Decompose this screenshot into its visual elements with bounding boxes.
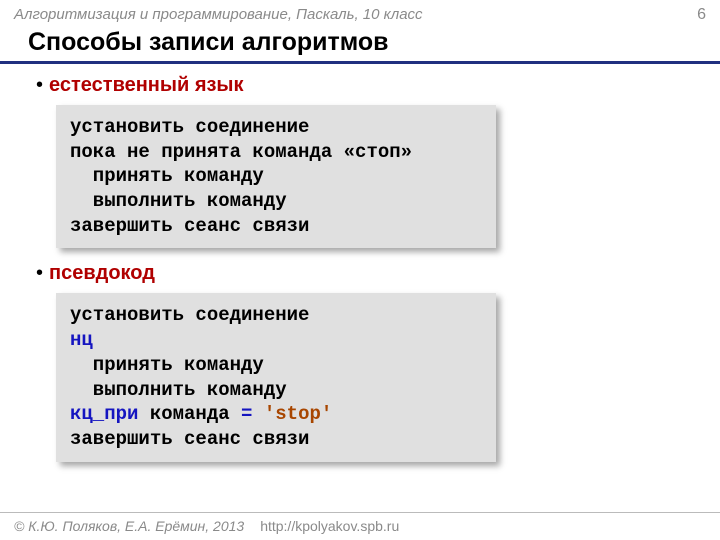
code-pseudocode: установить соединение нц принять команду…	[56, 293, 496, 461]
code-line: выполнить команду	[70, 379, 287, 401]
page-number: 6	[697, 6, 706, 24]
copyright: © К.Ю. Поляков, Е.А. Ерёмин, 2013	[14, 518, 244, 534]
code-string: 'stop'	[264, 403, 332, 425]
content-area: • естественный язык установить соединени…	[0, 64, 720, 472]
code-line: принять команду	[70, 354, 264, 376]
bullet-natural-language: • естественный язык	[36, 74, 694, 97]
bullet-label: естественный язык	[49, 74, 244, 97]
code-natural-language: установить соединение пока не принята ко…	[56, 105, 496, 248]
bullet-label: псевдокод	[49, 262, 155, 285]
footer-url: http://kpolyakov.spb.ru	[260, 518, 399, 534]
bullet-pseudocode: • псевдокод	[36, 262, 694, 285]
bullet-icon: •	[36, 75, 43, 95]
code-keyword: кц_при	[70, 403, 138, 425]
slide-title: Способы записи алгоритмов	[0, 26, 720, 64]
code-line: завершить сеанс связи	[70, 428, 309, 450]
code-line: установить соединение	[70, 304, 309, 326]
top-bar: Алгоритмизация и программирование, Паска…	[0, 0, 720, 26]
bullet-icon: •	[36, 263, 43, 283]
footer: © К.Ю. Поляков, Е.А. Ерёмин, 2013 http:/…	[0, 512, 720, 540]
code-keyword: нц	[70, 329, 93, 351]
code-text	[252, 403, 263, 425]
code-text: команда	[138, 403, 241, 425]
code-operator: =	[241, 403, 252, 425]
course-label: Алгоритмизация и программирование, Паска…	[14, 6, 423, 23]
